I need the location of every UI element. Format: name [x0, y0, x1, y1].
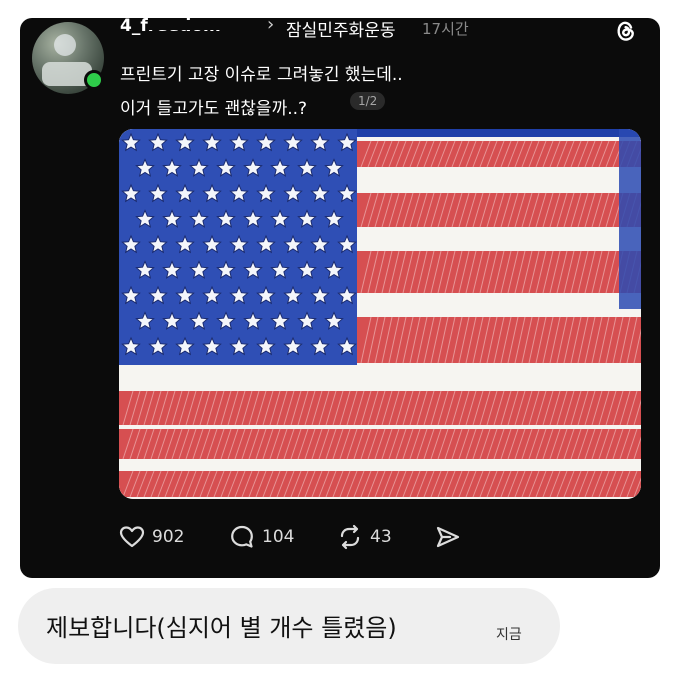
- comment-icon: [231, 525, 253, 548]
- comment-time: 지금: [496, 627, 522, 643]
- online-status-dot: [84, 70, 104, 90]
- post-text-line-2: 이거 들고가도 괜찮을까..?: [120, 99, 308, 119]
- post-text-line-1: 프린트기 고장 이슈로 그려놓긴 했는데..: [120, 65, 403, 85]
- heart-icon: [119, 526, 145, 548]
- share-button[interactable]: [434, 524, 462, 550]
- page-indicator: 1/2: [350, 92, 386, 110]
- community-name[interactable]: 잠실민주화운동: [286, 18, 395, 41]
- flag-drawing-svg: [119, 129, 641, 499]
- like-button[interactable]: 902: [118, 524, 184, 550]
- send-icon: [436, 526, 460, 548]
- comment-count: 104: [262, 527, 295, 547]
- repost-count: 43: [370, 527, 392, 547]
- flag-drawing-image[interactable]: [119, 129, 641, 499]
- chevron-right-icon: ›: [267, 18, 275, 35]
- repost-button[interactable]: 43: [336, 524, 392, 550]
- comment-text: 제보합니다(심지어 별 개수 틀렸음): [46, 614, 397, 642]
- repost-icon: [340, 524, 360, 550]
- post-timestamp: 17시간: [422, 20, 469, 38]
- post-card: 4_freedom › 잠실민주화운동 17시간 프린트기 고장 이슈로 그려놓…: [20, 18, 660, 578]
- comment-bubble[interactable]: 제보합니다(심지어 별 개수 틀렸음) 지금: [18, 588, 560, 664]
- threads-icon[interactable]: [612, 18, 638, 44]
- like-count: 902: [152, 527, 185, 547]
- comment-button[interactable]: 104: [228, 524, 294, 550]
- username-scribble: [148, 20, 260, 30]
